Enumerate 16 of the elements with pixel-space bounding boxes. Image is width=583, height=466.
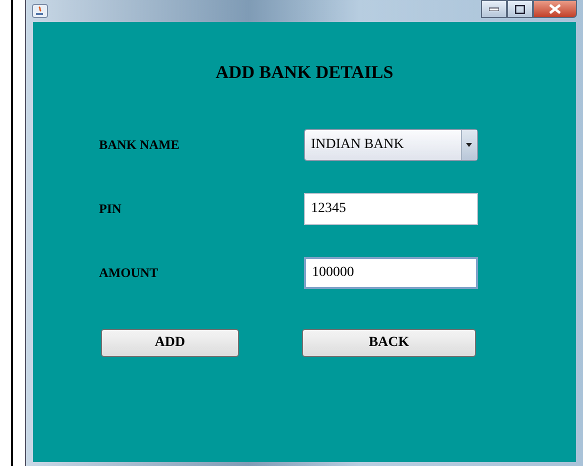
close-button[interactable] — [533, 0, 577, 18]
maximize-icon — [515, 4, 525, 14]
bank-dropdown[interactable]: INDIAN BANK — [304, 129, 478, 161]
input-field[interactable]: 100000 — [304, 257, 478, 289]
close-icon — [549, 4, 561, 14]
field-label: PIN — [98, 201, 122, 217]
field-label: AMOUNT — [98, 265, 160, 281]
maximize-button[interactable] — [507, 0, 533, 18]
field-label: BANK NAME — [98, 137, 180, 153]
action-button[interactable]: ADD — [100, 329, 239, 357]
action-button[interactable]: BACK — [302, 329, 476, 357]
form-title: ADD BANK DETAILS — [214, 62, 394, 83]
caret-icon — [466, 143, 472, 147]
minimize-button[interactable] — [481, 0, 507, 18]
minimize-icon — [489, 7, 499, 11]
input-field[interactable]: 12345 — [304, 193, 478, 225]
